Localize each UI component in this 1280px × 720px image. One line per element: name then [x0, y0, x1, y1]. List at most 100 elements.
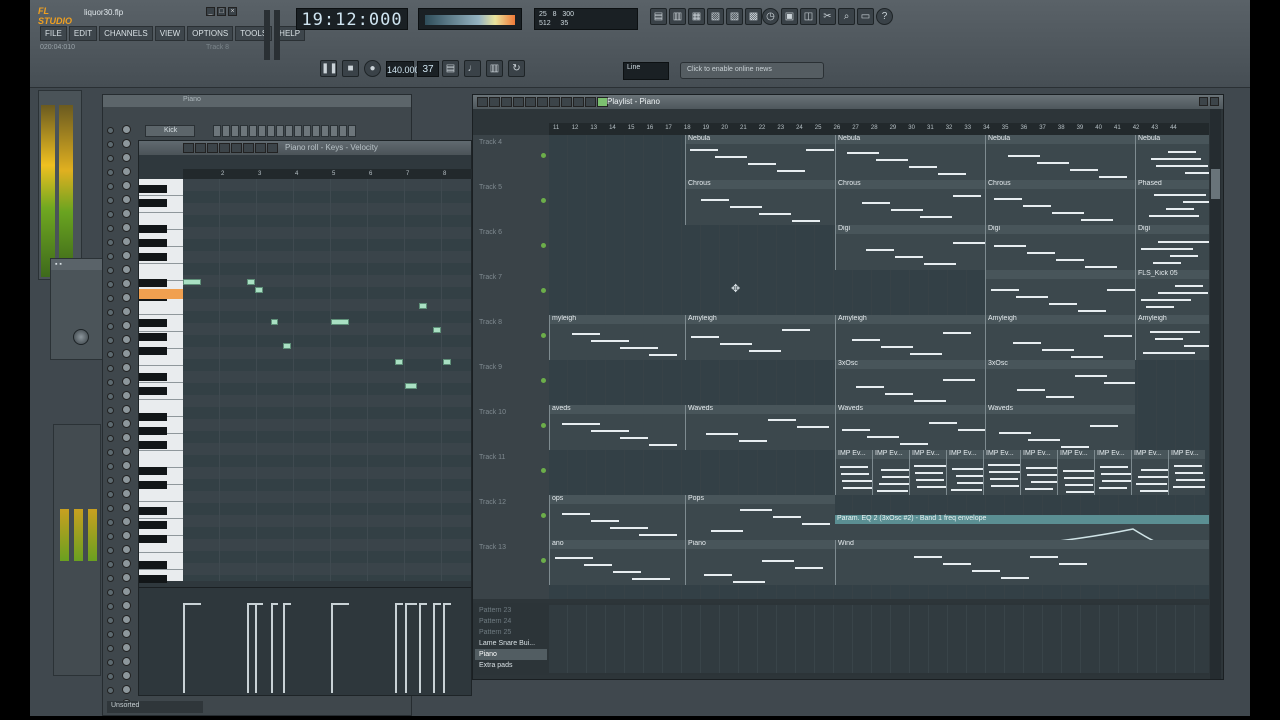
channel-pan-knob[interactable] — [122, 279, 131, 288]
step[interactable] — [240, 125, 248, 137]
pattern-clip[interactable]: IMP Ev... — [983, 450, 1020, 495]
track-mute-led[interactable] — [541, 513, 546, 518]
channel-row[interactable] — [107, 433, 131, 445]
pattern-clip[interactable]: Nebula — [685, 135, 835, 180]
search-icon[interactable]: ⌕ — [838, 8, 855, 25]
menu-channels[interactable]: CHANNELS — [99, 26, 153, 41]
channel-pan-knob[interactable] — [122, 195, 131, 204]
pattern-clip[interactable]: Chrous — [985, 180, 1135, 225]
track-label[interactable]: Track 11 — [479, 454, 546, 473]
velocity-bar[interactable] — [271, 603, 273, 693]
step[interactable] — [330, 125, 338, 137]
step[interactable] — [339, 125, 347, 137]
channel-pan-knob[interactable] — [122, 545, 131, 554]
channel-led[interactable] — [107, 323, 114, 330]
channel-led[interactable] — [107, 197, 114, 204]
velocity-bar[interactable] — [395, 603, 397, 693]
channel-pan-knob[interactable] — [122, 489, 131, 498]
channel-row[interactable] — [107, 587, 131, 599]
pattern-clip[interactable]: Phased — [1135, 180, 1209, 225]
pattern-clip[interactable]: Pops — [685, 495, 835, 540]
channel-row[interactable] — [107, 559, 131, 571]
note[interactable] — [283, 343, 291, 349]
channel-pan-knob[interactable] — [122, 587, 131, 596]
channel-led[interactable] — [107, 365, 114, 372]
playlist-icon[interactable]: ▤ — [650, 8, 667, 25]
mute-tool-icon[interactable] — [537, 97, 548, 107]
pattern-clip[interactable]: Amyleigh — [1135, 315, 1209, 360]
channel-pan-knob[interactable] — [122, 321, 131, 330]
channel-led[interactable] — [107, 687, 114, 694]
main-volume-slider[interactable] — [264, 10, 270, 60]
channel-led[interactable] — [107, 183, 114, 190]
channel-led[interactable] — [107, 561, 114, 568]
channel-led[interactable] — [107, 631, 114, 638]
channel-led[interactable] — [107, 547, 114, 554]
black-key[interactable] — [139, 199, 167, 207]
delete-tool-icon[interactable] — [525, 97, 536, 107]
step[interactable] — [231, 125, 239, 137]
pattern-clip[interactable]: IMP Ev... — [946, 450, 983, 495]
metronome-icon[interactable]: ♩ — [464, 60, 481, 77]
channel-led[interactable] — [107, 225, 114, 232]
pattern-clip[interactable] — [985, 270, 1135, 315]
track-label[interactable]: Track 13 — [479, 544, 546, 563]
stop-button[interactable]: ■ — [342, 60, 359, 77]
black-key[interactable] — [139, 239, 167, 247]
channel-row[interactable] — [107, 279, 131, 291]
black-key[interactable] — [139, 521, 167, 529]
velocity-bar[interactable] — [255, 603, 257, 693]
velocity-bar[interactable] — [433, 603, 435, 693]
channel-led[interactable] — [107, 533, 114, 540]
pattern-clip[interactable]: Digi — [985, 225, 1135, 270]
track-label[interactable]: Track 5 — [479, 184, 546, 203]
pattern-clip[interactable]: IMP Ev... — [909, 450, 946, 495]
pattern-clip[interactable]: Amyleigh — [985, 315, 1135, 360]
channel-led[interactable] — [107, 309, 114, 316]
channel-row[interactable] — [107, 223, 131, 235]
step-edit-icon[interactable]: ▥ — [486, 60, 503, 77]
velocity-bar[interactable] — [419, 603, 421, 693]
channel-led[interactable] — [107, 449, 114, 456]
black-key[interactable] — [139, 467, 167, 475]
black-key[interactable] — [139, 225, 167, 233]
channel-led[interactable] — [107, 239, 114, 246]
channel-pan-knob[interactable] — [122, 251, 131, 260]
piano-keyboard[interactable] — [139, 179, 183, 583]
black-key[interactable] — [139, 575, 167, 583]
track-label[interactable]: Track 6 — [479, 229, 546, 248]
channel-row[interactable] — [107, 643, 131, 655]
channel-row[interactable] — [107, 419, 131, 431]
step[interactable] — [267, 125, 275, 137]
channel-row[interactable] — [107, 391, 131, 403]
step[interactable] — [213, 125, 221, 137]
zoom-tool-icon[interactable] — [585, 97, 596, 107]
channel-row[interactable] — [107, 349, 131, 361]
channel-led[interactable] — [107, 337, 114, 344]
channel-row[interactable] — [107, 573, 131, 585]
channel-pan-knob[interactable] — [122, 377, 131, 386]
channel-led[interactable] — [107, 169, 114, 176]
velocity-bar[interactable] — [405, 603, 407, 693]
channel-led[interactable] — [107, 393, 114, 400]
channel-row[interactable] — [107, 461, 131, 473]
pattern-clip[interactable]: Digi — [835, 225, 985, 270]
pattern-clip[interactable]: IMP Ev... — [872, 450, 909, 495]
channel-led[interactable] — [107, 463, 114, 470]
channel-row[interactable] — [107, 517, 131, 529]
step[interactable] — [276, 125, 284, 137]
channel-pan-knob[interactable] — [122, 657, 131, 666]
pattern-clip[interactable]: IMP Ev... — [1020, 450, 1057, 495]
channel-row[interactable] — [107, 685, 131, 697]
delete-tool-icon[interactable] — [207, 143, 218, 153]
pattern-clip[interactable]: Waveds — [685, 405, 835, 450]
mixer-icon[interactable]: ▧ — [707, 8, 724, 25]
maximize-icon[interactable]: □ — [217, 7, 226, 16]
channel-led[interactable] — [107, 351, 114, 358]
channel-pan-knob[interactable] — [122, 419, 131, 428]
pattern-clip[interactable]: 3xOsc — [835, 360, 985, 405]
pattern-clip[interactable]: ops — [549, 495, 685, 540]
channel-led[interactable] — [107, 435, 114, 442]
pattern-item[interactable]: Pattern 23 — [475, 605, 547, 616]
channel-led[interactable] — [107, 211, 114, 218]
